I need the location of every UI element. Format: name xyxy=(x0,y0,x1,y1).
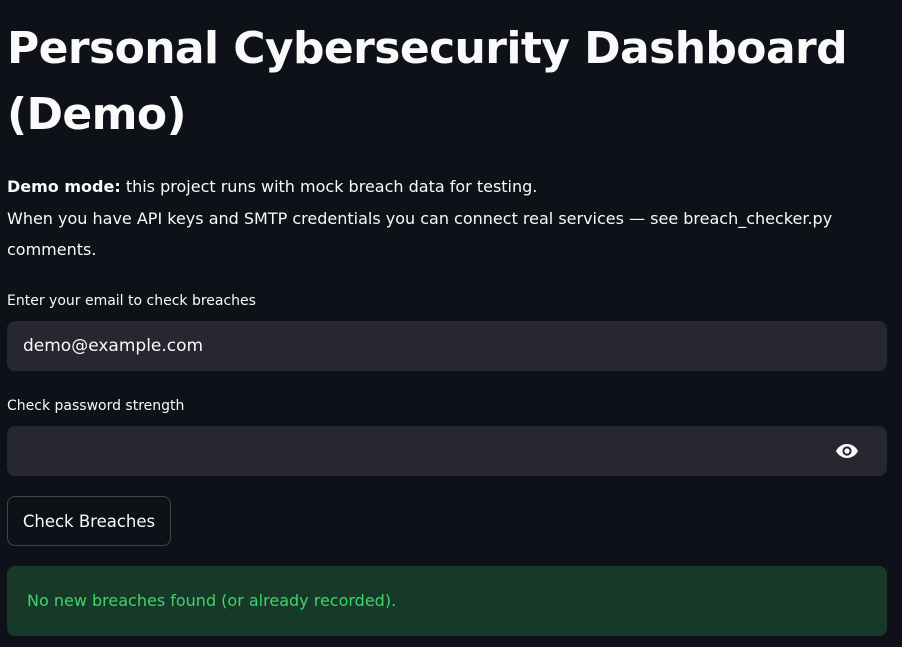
demo-description: Demo mode: this project runs with mock b… xyxy=(7,171,887,266)
email-field-value[interactable]: demo@example.com xyxy=(23,321,203,371)
email-field-label: Enter your email to check breaches xyxy=(7,293,256,309)
app-page: Personal Cybersecurity Dashboard (Demo) … xyxy=(0,0,902,647)
demo-description-line1: this project runs with mock breach data … xyxy=(120,177,538,196)
password-field-label: Check password strength xyxy=(7,398,185,414)
success-alert: No new breaches found (or already record… xyxy=(7,566,887,636)
check-breaches-button[interactable]: Check Breaches xyxy=(7,496,171,546)
demo-mode-label: Demo mode: xyxy=(7,177,121,196)
eye-icon[interactable] xyxy=(835,441,859,461)
email-field[interactable]: demo@example.com xyxy=(7,321,887,371)
success-alert-message: No new breaches found (or already record… xyxy=(27,591,397,610)
password-field[interactable] xyxy=(7,426,887,476)
page-title: Personal Cybersecurity Dashboard (Demo) xyxy=(7,23,848,140)
demo-description-line2: When you have API keys and SMTP credenti… xyxy=(7,208,833,260)
